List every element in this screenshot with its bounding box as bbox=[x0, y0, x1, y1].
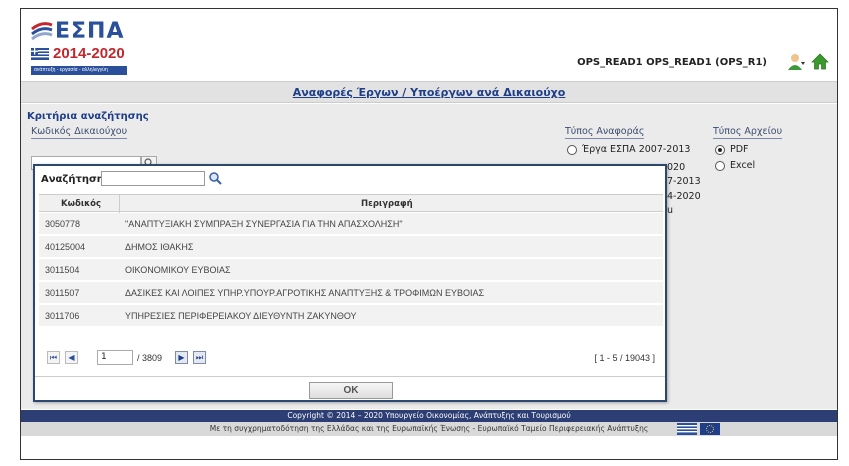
app-window: ΕΣΠΑ 2014-2020 ανάπτυξη - εργασία - αλλη… bbox=[20, 8, 838, 460]
column-divider bbox=[119, 195, 120, 213]
search-icon[interactable] bbox=[207, 171, 223, 186]
greece-flag-icon bbox=[31, 48, 49, 60]
home-icon[interactable] bbox=[811, 53, 829, 71]
page-title[interactable]: Αναφορές Έργων / Υποέργων ανά Δικαιούχο bbox=[293, 86, 566, 99]
report-type-label: Τύπος Αναφοράς bbox=[565, 126, 645, 139]
file-type-pdf[interactable]: PDF bbox=[715, 144, 749, 155]
footer-flags bbox=[677, 423, 721, 438]
copyright-bar: Copyright © 2014 – 2020 Υπουργείο Οικονο… bbox=[21, 410, 837, 422]
report-type-partial: u bbox=[667, 205, 674, 216]
col-header-description[interactable]: Περιγραφή bbox=[361, 199, 413, 209]
logo-title: ΕΣΠΑ bbox=[55, 19, 125, 44]
espa-logo: ΕΣΠΑ 2014-2020 ανάπτυξη - εργασία - αλλη… bbox=[31, 19, 127, 75]
user-name: OPS_READ1 OPS_READ1 (OPS_R1) bbox=[577, 57, 767, 68]
table-row[interactable]: 3011507 ΔΑΣΙΚΕΣ ΚΑΙ ΛΟΙΠΕΣ ΥΠΗΡ.ΥΠΟΥΡ.ΑΓ… bbox=[39, 282, 663, 304]
user-menu-icon[interactable] bbox=[787, 53, 805, 71]
dialog-search-label: Αναζήτηση: bbox=[41, 174, 108, 185]
greece-flag-icon bbox=[677, 423, 697, 435]
prev-page-button[interactable]: ◀ bbox=[65, 351, 78, 364]
row-code: 3011507 bbox=[45, 288, 80, 298]
row-code: 3011504 bbox=[45, 265, 80, 275]
logo-years: 2014-2020 bbox=[53, 45, 125, 62]
file-type-pdf-label: PDF bbox=[730, 144, 749, 155]
page-number-input[interactable]: 1 bbox=[97, 350, 133, 365]
report-type-partial: 7-2013 bbox=[667, 176, 701, 187]
report-type-option[interactable]: Έργα ΕΣΠΑ 2007-2013 bbox=[567, 144, 690, 155]
logo-tagline: ανάπτυξη - εργασία - αλληλεγγύη bbox=[31, 66, 127, 75]
report-type-partial: 4-2020 bbox=[667, 191, 701, 202]
first-page-button[interactable]: ⏮ bbox=[47, 351, 60, 364]
grid-header: Κωδικός Περιγραφή bbox=[39, 194, 663, 213]
code-label: Κωδικός Δικαιούχου bbox=[31, 126, 128, 139]
record-range: [ 1 - 5 / 19043 ] bbox=[594, 353, 655, 363]
table-row[interactable]: 3050778 "ΑΝΑΠΤΥΞΙΑΚΗ ΣΥΜΠΡΑΞΗ ΣΥΝΕΡΓΑΣΙΑ… bbox=[39, 213, 663, 235]
radio-button-selected[interactable] bbox=[715, 144, 725, 155]
row-description: ΔΑΣΙΚΕΣ ΚΑΙ ΛΟΙΠΕΣ ΥΠΗΡ.ΥΠΟΥΡ.ΑΓΡΟΤΙΚΗΣ … bbox=[125, 288, 485, 298]
row-code: 3011706 bbox=[45, 311, 80, 321]
table-row[interactable]: 3011504 ΟΙΚΟΝΟΜΙΚΟΥ ΕΥΒΟΙΑΣ bbox=[39, 259, 663, 281]
eu-flag-icon bbox=[700, 423, 721, 435]
file-type-excel[interactable]: Excel bbox=[715, 160, 755, 171]
row-description: ΔΗΜΟΣ ΙΘΑΚΗΣ bbox=[125, 242, 194, 252]
radio-button[interactable] bbox=[715, 160, 725, 171]
file-type-label: Τύπος Αρχείου bbox=[713, 126, 783, 139]
dialog-search-input[interactable] bbox=[101, 171, 205, 186]
page-total: / 3809 bbox=[137, 353, 163, 363]
radio-button[interactable] bbox=[567, 144, 577, 155]
row-description: "ΑΝΑΠΤΥΞΙΑΚΗ ΣΥΜΠΡΑΞΗ ΣΥΝΕΡΓΑΣΙΑ ΓΙΑ ΤΗΝ… bbox=[125, 219, 403, 229]
code-lookup-dialog: Αναζήτηση: Κωδικός Περιγραφή 3050778 "ΑΝ… bbox=[33, 164, 667, 402]
last-page-button[interactable]: ⏭ bbox=[193, 351, 206, 364]
page-title-bar: Αναφορές Έργων / Υποέργων ανά Δικαιούχο bbox=[21, 81, 837, 103]
report-type-partial: 020 bbox=[667, 162, 686, 173]
pager: ⏮ ◀ 1 / 3809 ▶ ⏭ [ 1 - 5 / 19043 ] bbox=[39, 349, 663, 369]
col-header-code[interactable]: Κωδικός bbox=[61, 199, 101, 209]
file-type-excel-label: Excel bbox=[730, 160, 756, 171]
row-description: ΟΙΚΟΝΟΜΙΚΟΥ ΕΥΒΟΙΑΣ bbox=[125, 265, 231, 275]
report-type-option-label: Έργα ΕΣΠΑ 2007-2013 bbox=[582, 144, 691, 155]
header: ΕΣΠΑ 2014-2020 ανάπτυξη - εργασία - αλλη… bbox=[21, 9, 837, 81]
ok-button[interactable]: OK bbox=[309, 382, 393, 399]
row-code: 40125004 bbox=[45, 242, 86, 252]
table-row[interactable]: 3011706 ΥΠΗΡΕΣΙΕΣ ΠΕΡΙΦΕΡΕΙΑΚΟΥ ΔΙΕΥΘΥΝΤ… bbox=[39, 305, 663, 327]
dialog-divider bbox=[35, 376, 665, 377]
row-code: 3050778 bbox=[45, 219, 81, 229]
next-page-button[interactable]: ▶ bbox=[175, 351, 188, 364]
table-row[interactable]: 40125004 ΔΗΜΟΣ ΙΘΑΚΗΣ bbox=[39, 236, 663, 258]
criteria-title: Κριτήρια αναζήτησης bbox=[27, 111, 149, 122]
row-description: ΥΠΗΡΕΣΙΕΣ ΠΕΡΙΦΕΡΕΙΑΚΟΥ ΔΙΕΥΘΥΝΤΗ ΖΑΚΥΝΘ… bbox=[125, 311, 357, 321]
espa-swoosh-icon bbox=[31, 22, 53, 41]
